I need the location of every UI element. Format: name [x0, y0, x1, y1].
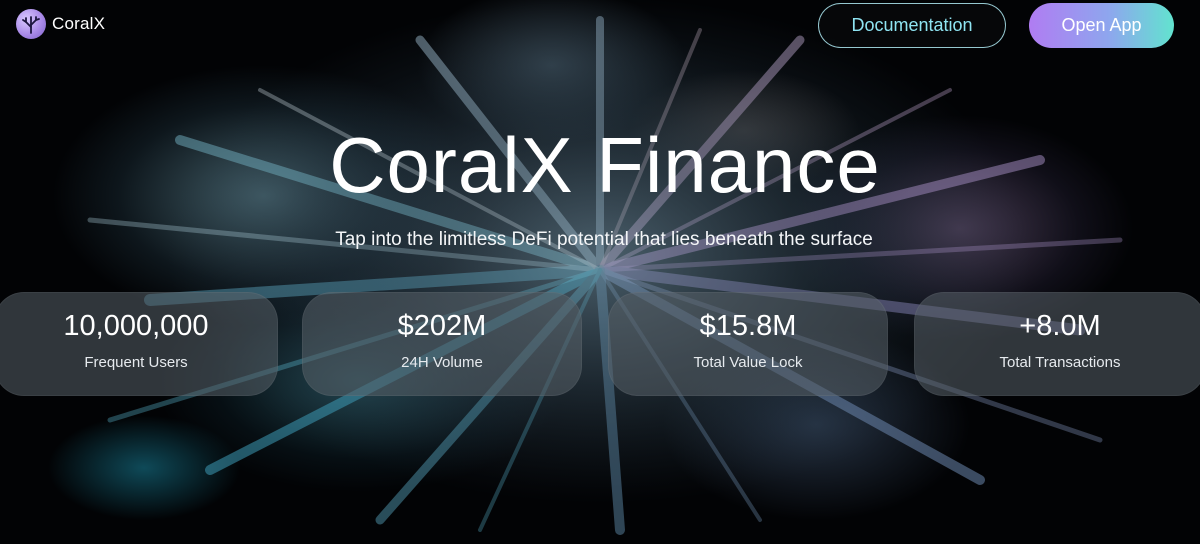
stat-value: $202M — [397, 310, 487, 342]
stat-value: $15.8M — [699, 310, 797, 342]
hero-background — [0, 0, 1200, 544]
stat-label: Total Value Lock — [693, 354, 803, 371]
open-app-button[interactable]: Open App — [1029, 3, 1174, 48]
hero-title: CoralX Finance — [329, 121, 881, 209]
stat-value: 10,000,000 — [63, 310, 209, 342]
coral-logo-icon — [16, 9, 46, 39]
brand-logo[interactable]: CoralX — [16, 9, 105, 39]
stat-label: Total Transactions — [999, 354, 1121, 371]
stat-label: Frequent Users — [84, 354, 188, 371]
stat-card-total-value-lock: $15.8M Total Value Lock — [608, 292, 888, 396]
hero-subtitle: Tap into the limitless DeFi potential th… — [335, 229, 873, 250]
documentation-button[interactable]: Documentation — [818, 3, 1006, 48]
stat-label: 24H Volume — [401, 354, 483, 371]
stat-value: +8.0M — [1019, 310, 1101, 342]
stat-card-total-transactions: +8.0M Total Transactions — [914, 292, 1200, 396]
stat-card-24h-volume: $202M 24H Volume — [302, 292, 582, 396]
brand-name: CoralX — [52, 14, 106, 33]
coral-artwork — [87, 16, 1123, 535]
stat-card-frequent-users: 10,000,000 Frequent Users — [0, 292, 278, 396]
